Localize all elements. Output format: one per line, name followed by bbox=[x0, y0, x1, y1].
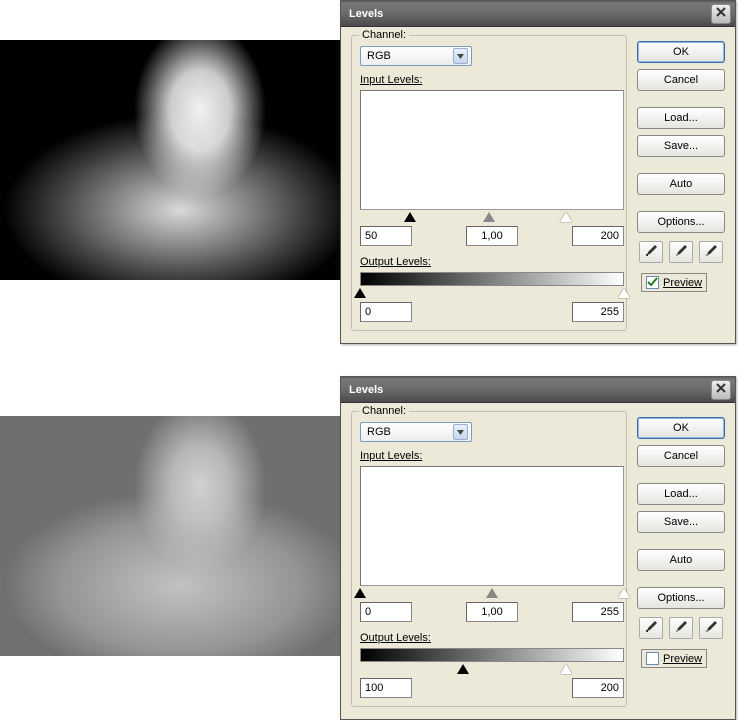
eyedropper-black[interactable] bbox=[639, 241, 663, 263]
input-white-field[interactable]: 200 bbox=[572, 226, 624, 246]
input-gamma-slider[interactable] bbox=[483, 212, 495, 222]
eyedropper-icon bbox=[704, 620, 718, 637]
result-image-preview bbox=[0, 40, 340, 280]
save-button[interactable]: Save... bbox=[637, 135, 725, 157]
preview-label: Preview bbox=[663, 277, 702, 289]
eyedropper-gray[interactable] bbox=[669, 241, 693, 263]
output-slider-track[interactable] bbox=[360, 286, 624, 298]
options-button[interactable]: Options... bbox=[637, 211, 725, 233]
preview-toggle[interactable]: Preview bbox=[641, 649, 707, 668]
flower-photo-high-contrast bbox=[0, 40, 340, 280]
histogram-chart bbox=[365, 95, 619, 209]
auto-button[interactable]: Auto bbox=[637, 173, 725, 195]
cancel-button[interactable]: Cancel bbox=[637, 69, 725, 91]
eyedropper-icon bbox=[674, 620, 688, 637]
input-white-field[interactable]: 255 bbox=[572, 602, 624, 622]
preview-checkbox[interactable] bbox=[646, 276, 659, 289]
eyedropper-icon bbox=[704, 244, 718, 261]
close-icon bbox=[716, 383, 726, 396]
eyedropper-gray[interactable] bbox=[669, 617, 693, 639]
eyedropper-icon bbox=[644, 620, 658, 637]
titlebar[interactable]: Levels bbox=[341, 1, 735, 27]
flower-photo-low-contrast bbox=[0, 416, 340, 656]
eyedropper-icon bbox=[674, 244, 688, 261]
channel-label: Channel: bbox=[359, 405, 409, 417]
ok-button[interactable]: OK bbox=[637, 417, 725, 439]
levels-dialog: Levels Channel: RGB bbox=[340, 0, 736, 344]
close-button[interactable] bbox=[711, 4, 731, 24]
channel-select[interactable]: RGB bbox=[360, 46, 472, 66]
output-white-field[interactable]: 200 bbox=[572, 678, 624, 698]
histogram bbox=[360, 466, 624, 586]
channel-select-value: RGB bbox=[367, 50, 391, 62]
output-slider-track[interactable] bbox=[360, 662, 624, 674]
channel-group: Channel: RGB Input Levels: bbox=[351, 35, 627, 331]
dialog-title: Levels bbox=[349, 8, 383, 20]
close-icon bbox=[716, 7, 726, 20]
channel-label: Channel: bbox=[359, 29, 409, 41]
load-button[interactable]: Load... bbox=[637, 483, 725, 505]
chevron-down-icon bbox=[453, 424, 468, 440]
input-levels-label: Input Levels: bbox=[360, 74, 618, 86]
chevron-down-icon bbox=[453, 48, 468, 64]
output-levels-label: Output Levels: bbox=[360, 256, 618, 268]
output-black-field[interactable]: 100 bbox=[360, 678, 412, 698]
cancel-button[interactable]: Cancel bbox=[637, 445, 725, 467]
output-white-slider[interactable] bbox=[618, 288, 630, 298]
histogram bbox=[360, 90, 624, 210]
result-image-preview bbox=[0, 416, 340, 656]
output-gradient bbox=[360, 648, 624, 662]
close-button[interactable] bbox=[711, 380, 731, 400]
eyedropper-white[interactable] bbox=[699, 617, 723, 639]
input-white-slider[interactable] bbox=[560, 212, 572, 222]
eyedropper-white[interactable] bbox=[699, 241, 723, 263]
options-button[interactable]: Options... bbox=[637, 587, 725, 609]
output-white-field[interactable]: 255 bbox=[572, 302, 624, 322]
input-black-slider[interactable] bbox=[404, 212, 416, 222]
channel-select-value: RGB bbox=[367, 426, 391, 438]
input-white-slider[interactable] bbox=[618, 588, 630, 598]
output-black-field[interactable]: 0 bbox=[360, 302, 412, 322]
eyedropper-black[interactable] bbox=[639, 617, 663, 639]
input-black-slider[interactable] bbox=[354, 588, 366, 598]
output-gradient bbox=[360, 272, 624, 286]
input-levels-label: Input Levels: bbox=[360, 450, 618, 462]
output-black-slider[interactable] bbox=[457, 664, 469, 674]
input-black-field[interactable]: 0 bbox=[360, 602, 412, 622]
levels-dialog: Levels Channel: RGB bbox=[340, 376, 736, 720]
output-levels-label: Output Levels: bbox=[360, 632, 618, 644]
preview-label: Preview bbox=[663, 653, 702, 665]
output-white-slider[interactable] bbox=[560, 664, 572, 674]
histogram-chart bbox=[365, 471, 619, 585]
load-button[interactable]: Load... bbox=[637, 107, 725, 129]
input-gamma-slider[interactable] bbox=[486, 588, 498, 598]
input-slider-track[interactable] bbox=[360, 210, 624, 222]
titlebar[interactable]: Levels bbox=[341, 377, 735, 403]
input-gamma-field[interactable]: 1,00 bbox=[466, 226, 518, 246]
eyedropper-icon bbox=[644, 244, 658, 261]
channel-group: Channel: RGB Input Levels: bbox=[351, 411, 627, 707]
input-gamma-field[interactable]: 1,00 bbox=[466, 602, 518, 622]
save-button[interactable]: Save... bbox=[637, 511, 725, 533]
channel-select[interactable]: RGB bbox=[360, 422, 472, 442]
auto-button[interactable]: Auto bbox=[637, 549, 725, 571]
dialog-title: Levels bbox=[349, 384, 383, 396]
input-black-field[interactable]: 50 bbox=[360, 226, 412, 246]
preview-checkbox[interactable] bbox=[646, 652, 659, 665]
ok-button[interactable]: OK bbox=[637, 41, 725, 63]
output-black-slider[interactable] bbox=[354, 288, 366, 298]
preview-toggle[interactable]: Preview bbox=[641, 273, 707, 292]
input-slider-track[interactable] bbox=[360, 586, 624, 598]
